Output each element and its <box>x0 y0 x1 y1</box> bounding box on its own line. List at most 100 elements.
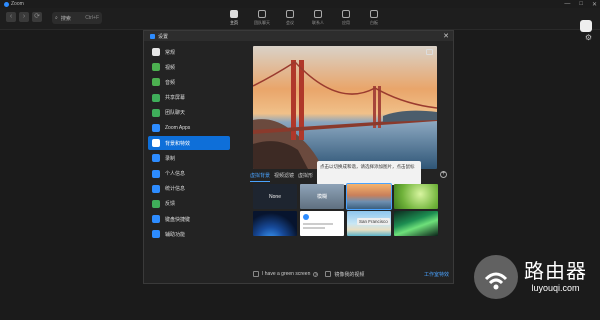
main-tabs: 主页 团队聊天 会议 联系人 应用 白板 <box>220 10 388 26</box>
apps-icon <box>342 10 350 18</box>
tab-whiteboard[interactable]: 白板 <box>360 10 388 26</box>
app-title: Zoom <box>11 1 24 7</box>
tab-avatars[interactable]: 虚拟形 <box>298 172 313 182</box>
search-icon: ⌕ <box>55 15 58 21</box>
tab-apps[interactable]: 应用 <box>332 10 360 26</box>
avatar[interactable] <box>580 20 592 32</box>
sidebar-item-background-effects[interactable]: 背景和特效 <box>148 136 230 151</box>
sidebar-item-label: 视频 <box>165 64 176 71</box>
tab-team-chat[interactable]: 团队聊天 <box>248 10 276 26</box>
sidebar-item-label: 统计信息 <box>165 186 186 193</box>
sidebar-item-zoom-apps[interactable]: Zoom Apps <box>148 121 230 135</box>
apps-icon <box>152 123 160 132</box>
thumbnail-grass[interactable] <box>394 184 438 209</box>
router-logo-graphic <box>484 272 508 290</box>
sidebar-item-label: 共享屏幕 <box>165 95 186 102</box>
maximize-icon[interactable]: □ <box>579 1 583 7</box>
settings-header: 设置 <box>144 31 453 41</box>
share-screen-icon <box>152 93 160 102</box>
background-settings-panel: 虚拟背景 视频滤镜 虚拟形 + 点击以切换成和谐，请选择添加图片，点击鼠标 No… <box>240 43 450 281</box>
add-image-tooltip: 点击以切换成和谐，请选择添加图片，点击鼠标 <box>317 161 421 185</box>
thumbnail-label: 模糊 <box>316 194 327 200</box>
zoom-logo-icon <box>303 214 309 220</box>
thumbnail-none[interactable]: None <box>253 184 297 209</box>
tab-label: 主页 <box>230 20 238 25</box>
settings-sidebar: 常规 视频 音频 共享屏幕 团队聊天 Zoom Apps 背景和特效 录制 个人… <box>148 45 230 242</box>
sidebar-item-recording[interactable]: 录制 <box>148 151 230 165</box>
settings-dialog: 设置 ✕ 常规 视频 音频 共享屏幕 团队聊天 Zoom Apps 背景和特效 … <box>143 30 454 284</box>
sidebar-item-team-chat[interactable]: 团队聊天 <box>148 106 230 120</box>
sidebar-item-general[interactable]: 常规 <box>148 45 230 59</box>
watermark-cn: 路由器 <box>524 261 587 283</box>
search-input[interactable]: ⌕ 搜索 Ctrl+F <box>52 12 102 24</box>
whiteboard-icon <box>370 10 378 18</box>
chat-icon <box>152 108 160 117</box>
gear-icon[interactable]: ⚙ <box>585 33 592 42</box>
audio-icon <box>152 78 160 87</box>
sidebar-item-profile[interactable]: 个人信息 <box>148 167 230 181</box>
tab-contacts[interactable]: 联系人 <box>304 10 332 26</box>
thumbnail-blur[interactable]: 模糊 <box>300 184 344 209</box>
history-icon[interactable]: ⟳ <box>32 12 42 22</box>
tab-label: 团队聊天 <box>254 20 270 25</box>
minimize-icon[interactable]: — <box>564 1 570 7</box>
tab-video-filters[interactable]: 视频滤镜 <box>274 172 294 182</box>
green-screen-checkbox[interactable] <box>253 271 259 277</box>
sidebar-item-label: 反馈 <box>165 201 176 208</box>
watermark: 路由器 luyouqi.com <box>474 253 594 301</box>
tab-label: 会议 <box>286 20 294 25</box>
mirror-video-checkbox[interactable] <box>325 271 332 277</box>
sidebar-item-video[interactable]: 视频 <box>148 60 230 74</box>
statistics-icon <box>152 184 160 193</box>
sidebar-item-label: 键盘快捷键 <box>165 216 191 223</box>
thumbnail-earth[interactable] <box>253 211 297 236</box>
tab-home[interactable]: 主页 <box>220 10 248 26</box>
sidebar-item-keyboard-shortcuts[interactable]: 键盘快捷键 <box>148 212 230 226</box>
thumbnail-zoom-card[interactable] <box>300 211 344 236</box>
thumbnail-san-francisco[interactable] <box>346 183 392 210</box>
zoom-logo-icon <box>150 33 155 39</box>
tab-label: 联系人 <box>312 20 324 25</box>
sidebar-item-label: 音频 <box>165 79 176 86</box>
close-icon[interactable]: ✕ <box>443 32 449 40</box>
sidebar-item-label: Zoom Apps <box>165 124 191 131</box>
nav-buttons: ‹ › ⟳ <box>6 12 42 22</box>
sidebar-item-label: 团队聊天 <box>165 110 186 117</box>
keyboard-icon <box>152 215 160 224</box>
watermark-en: luyouqi.com <box>531 283 580 293</box>
close-icon[interactable]: ✕ <box>592 1 597 8</box>
background-preview <box>253 46 437 169</box>
sidebar-item-share-screen[interactable]: 共享屏幕 <box>148 91 230 105</box>
back-icon[interactable]: ‹ <box>6 12 16 22</box>
background-thumbnails: None 模糊 <box>253 183 438 236</box>
help-icon[interactable]: ? <box>313 271 319 277</box>
clock-icon <box>286 10 294 18</box>
sidebar-item-audio[interactable]: 音频 <box>148 75 230 89</box>
thumbnail-aurora[interactable] <box>394 211 438 236</box>
fullscreen-icon[interactable] <box>426 49 433 55</box>
sidebar-item-accessibility[interactable]: 辅助功能 <box>148 227 230 241</box>
sidebar-item-label: 背景和特效 <box>165 140 191 147</box>
video-icon <box>152 63 160 72</box>
settings-title: 设置 <box>158 33 169 40</box>
add-background-button[interactable]: + <box>440 171 447 178</box>
golden-gate-preview-image <box>253 46 437 169</box>
chat-icon <box>258 10 266 18</box>
window-controls: — □ ✕ <box>564 0 597 8</box>
sidebar-item-label: 个人信息 <box>165 171 186 177</box>
sidebar-item-statistics[interactable]: 统计信息 <box>148 182 230 196</box>
tab-virtual-background[interactable]: 虚拟背景 <box>250 172 271 182</box>
tab-label: 应用 <box>342 20 350 25</box>
record-icon <box>152 154 160 163</box>
home-icon <box>230 10 238 18</box>
text-line <box>303 223 333 225</box>
thumbnail-tooltip: San Francisco <box>357 218 390 225</box>
background-icon <box>152 139 160 148</box>
forward-icon[interactable]: › <box>19 12 29 22</box>
studio-effects-link[interactable]: 工作室特效 <box>424 271 449 278</box>
tab-meetings[interactable]: 会议 <box>276 10 304 26</box>
tab-label: 白板 <box>370 20 378 25</box>
sidebar-item-label: 录制 <box>165 155 176 162</box>
sidebar-item-feedback[interactable]: 反馈 <box>148 197 230 211</box>
contacts-icon <box>314 10 322 18</box>
